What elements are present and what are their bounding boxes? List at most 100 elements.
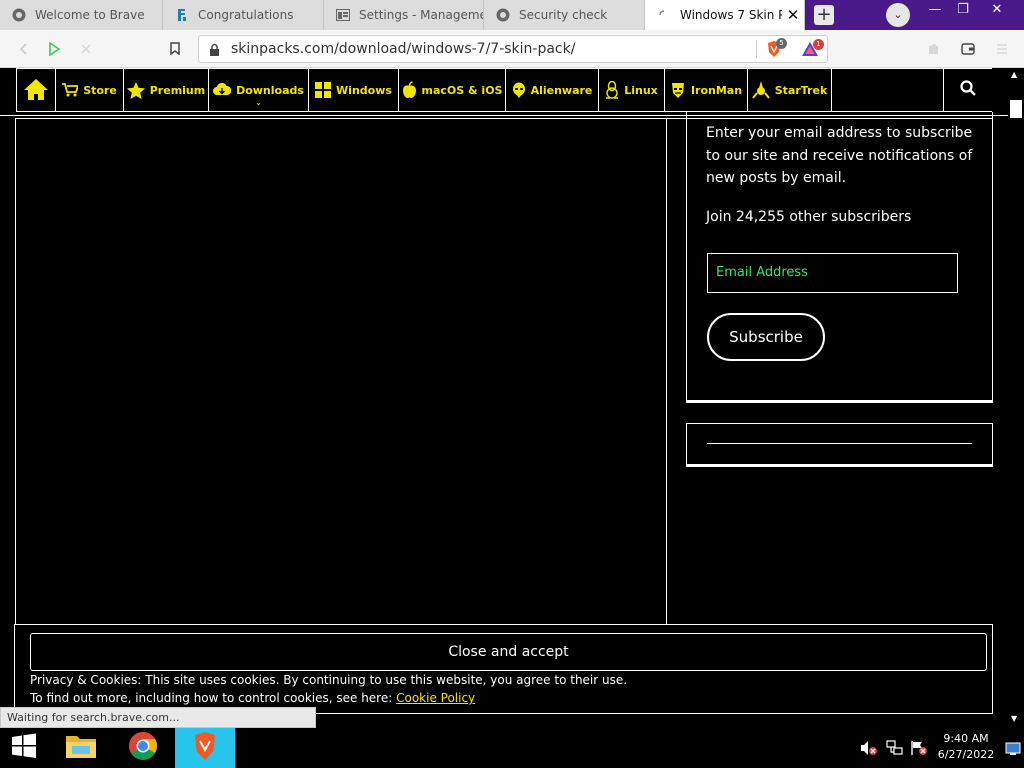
ironman-icon (670, 82, 686, 99)
cookie-notice-text: Privacy & Cookies: This site uses cookie… (30, 673, 628, 687)
tab-close-icon[interactable]: ✕ (782, 6, 804, 24)
windows-logo-icon (315, 82, 332, 98)
search-icon (960, 80, 976, 100)
sidebar-widget-empty (686, 423, 993, 467)
nav-ironman[interactable]: IronMan (665, 69, 748, 111)
omnibox-divider (756, 40, 757, 58)
brave-rewards-icon[interactable]: 1 (801, 39, 824, 61)
tab-title: Welcome to Brave (35, 8, 145, 22)
url-text: skinpacks.com/download/windows-7/7-skin-… (231, 41, 576, 57)
bookmark-button[interactable] (165, 39, 185, 59)
screen: Welcome to Brave Congratulations Setting… (0, 0, 1024, 768)
nav-label: Linux (624, 83, 658, 97)
address-bar[interactable]: skinpacks.com/download/windows-7/7-skin-… (198, 35, 828, 63)
cookie-policy-link[interactable]: Cookie Policy (396, 691, 475, 705)
extensions-button[interactable] (924, 39, 944, 59)
nav-label: StarTrek (774, 83, 828, 97)
nav-home[interactable] (16, 69, 56, 111)
loading-spinner-icon (657, 8, 671, 22)
nav-label: IronMan (690, 83, 743, 97)
tab-windows-7-skin-pack[interactable]: Windows 7 Skin Pa ✕ (645, 0, 805, 30)
tab-security-check[interactable]: Security check (484, 0, 645, 30)
tab-settings-management[interactable]: Settings - Management (324, 0, 484, 30)
scrollbar-thumb[interactable] (1010, 100, 1022, 118)
nav-premium[interactable]: Premium (124, 69, 209, 111)
show-desktop-icon[interactable] (1005, 741, 1021, 755)
tab-search-button[interactable]: ⌄ (886, 3, 910, 27)
close-x-icon (81, 44, 91, 54)
email-subscription-widget: Enter your email address to subscribe to… (686, 112, 993, 403)
chrome-icon (128, 731, 158, 765)
scroll-down-arrow-icon[interactable]: ▼ (1011, 714, 1017, 723)
tab-title: Congratulations (198, 8, 294, 22)
nav-linux[interactable]: Linux (599, 69, 665, 111)
nav-label: Alienware (530, 83, 593, 97)
close-and-accept-button[interactable]: Close and accept (30, 633, 987, 671)
taskbar-file-explorer[interactable] (51, 728, 111, 768)
back-arrow-icon (19, 43, 27, 55)
subscriber-count: Join 24,255 other subscribers (706, 209, 912, 225)
volume-muted-icon[interactable] (860, 740, 878, 756)
clock-time: 9:40 AM (943, 732, 989, 745)
subscribe-button[interactable]: Subscribe (707, 313, 825, 361)
nav-label: macOS & iOS (421, 83, 503, 97)
cookie-policy-prefix: To find out more, including how to contr… (30, 691, 397, 705)
start-button[interactable] (0, 728, 48, 768)
scroll-up-arrow-icon[interactable]: ▲ (1011, 70, 1017, 79)
brave-browser-icon (192, 731, 218, 765)
lock-icon (209, 42, 220, 61)
rewards-count-badge: 1 (813, 39, 824, 50)
taskbar-chrome[interactable] (113, 728, 173, 768)
startrek-icon (751, 81, 770, 99)
close-window-button[interactable]: ✕ (980, 0, 1014, 20)
browser-menu-button[interactable] (992, 39, 1012, 59)
file-explorer-icon (64, 732, 98, 764)
windows-taskbar: 9:40 AM 6/27/2022 (0, 728, 1024, 768)
puzzle-icon (929, 44, 938, 54)
menu-icon (997, 44, 1007, 54)
action-center-flag-icon[interactable] (910, 740, 928, 756)
wallet-icon (961, 43, 975, 55)
chevron-down-icon: ⌄ (255, 98, 262, 107)
nav-store[interactable]: Store (56, 69, 124, 111)
linux-tux-icon (605, 81, 619, 99)
site-search-button[interactable] (943, 69, 992, 111)
cloud-download-icon (213, 83, 232, 97)
cookie-policy-line: To find out more, including how to contr… (30, 691, 475, 705)
back-button[interactable] (14, 39, 34, 59)
windows-start-icon (11, 733, 37, 763)
tab-title: Security check (519, 8, 608, 22)
wallet-button[interactable] (958, 39, 978, 59)
nav-windows[interactable]: Windows (309, 69, 399, 111)
nav-macos-ios[interactable]: macOS & iOS (399, 69, 506, 111)
cart-icon (62, 83, 79, 97)
cookie-banner: Close and accept Privacy & Cookies: This… (14, 624, 993, 714)
nav-label: Premium (149, 83, 206, 97)
tab-congratulations[interactable]: Congratulations (163, 0, 324, 30)
restore-button[interactable]: ❐ (946, 0, 980, 20)
nav-alienware[interactable]: Alienware (506, 69, 599, 111)
new-tab-button[interactable]: + (814, 5, 834, 25)
bookmark-icon (170, 42, 180, 56)
alien-icon (512, 82, 526, 99)
site-navigation: Store Premium Downloads ⌄ Windows macOS … (16, 68, 992, 112)
tab-title: Settings - Management (359, 8, 483, 22)
taskbar-clock[interactable]: 9:40 AM 6/27/2022 (930, 731, 1002, 763)
email-address-input[interactable]: Email Address (707, 253, 958, 293)
tab-welcome-to-brave[interactable]: Welcome to Brave (0, 0, 163, 30)
play-icon (49, 41, 61, 57)
apple-icon (402, 81, 417, 99)
subscription-description: Enter your email address to subscribe to… (706, 125, 973, 186)
network-icon[interactable] (886, 740, 904, 756)
stop-button[interactable] (76, 39, 96, 59)
brave-shields-icon[interactable]: 5 (766, 38, 787, 62)
nav-startrek[interactable]: StarTrek (748, 69, 832, 111)
nav-downloads[interactable]: Downloads ⌄ (209, 69, 309, 111)
tab-strip: Welcome to Brave Congratulations Setting… (0, 0, 1024, 30)
taskbar-brave[interactable] (175, 728, 235, 768)
brave-favicon-icon (12, 8, 26, 22)
play-media-button[interactable] (44, 39, 64, 59)
nav-label: Windows (336, 83, 392, 97)
page-scrollbar[interactable]: ▲ ▼ (1008, 68, 1024, 728)
home-icon (23, 77, 49, 104)
